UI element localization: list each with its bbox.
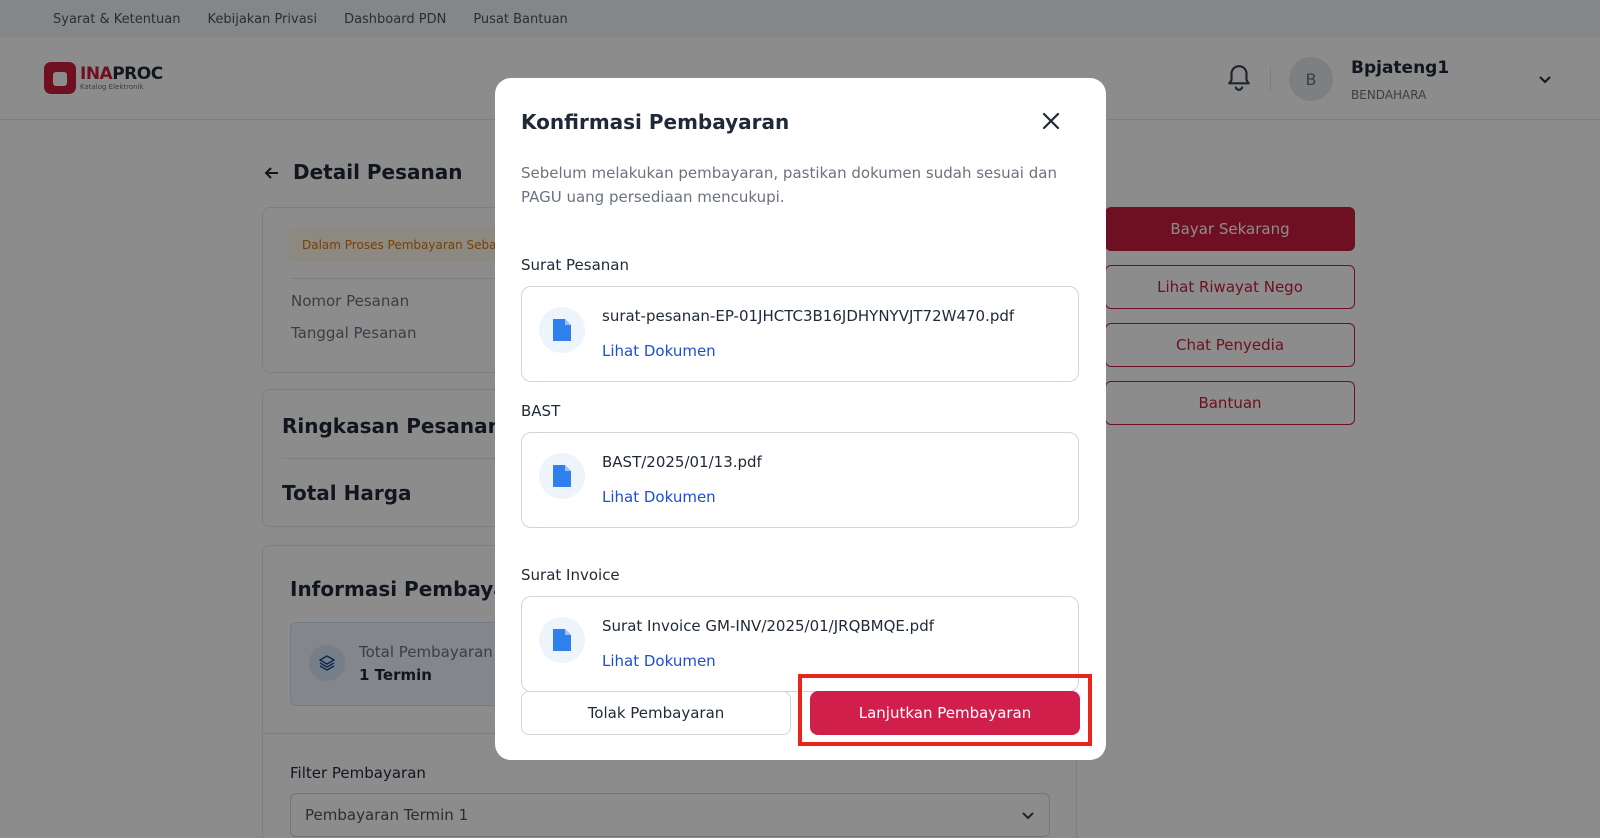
document-label: Surat Pesanan (521, 256, 629, 274)
view-document-link[interactable]: Lihat Dokumen (602, 342, 716, 360)
document-filename: surat-pesanan-EP-01JHCTC3B16JDHYNYVJT72W… (602, 307, 1015, 325)
file-icon (539, 307, 585, 353)
modal-description: Sebelum melakukan pembayaran, pastikan d… (521, 164, 1057, 206)
view-document-link[interactable]: Lihat Dokumen (602, 488, 716, 506)
document-card: surat-pesanan-EP-01JHCTC3B16JDHYNYVJT72W… (521, 286, 1079, 382)
document-card: BAST/2025/01/13.pdf Lihat Dokumen (521, 432, 1079, 528)
close-icon[interactable] (1039, 109, 1063, 133)
modal-title: Konfirmasi Pembayaran (521, 110, 790, 134)
document-filename: BAST/2025/01/13.pdf (602, 453, 762, 471)
file-icon (539, 617, 585, 663)
highlight-box (798, 674, 1092, 746)
document-filename: Surat Invoice GM-INV/2025/01/JRQBMQE.pdf (602, 617, 934, 635)
reject-payment-button[interactable]: Tolak Pembayaran (521, 691, 791, 735)
document-label: BAST (521, 402, 561, 420)
view-document-link[interactable]: Lihat Dokumen (602, 652, 716, 670)
payment-confirmation-modal: Konfirmasi Pembayaran Sebelum melakukan … (495, 78, 1106, 760)
file-icon (539, 453, 585, 499)
